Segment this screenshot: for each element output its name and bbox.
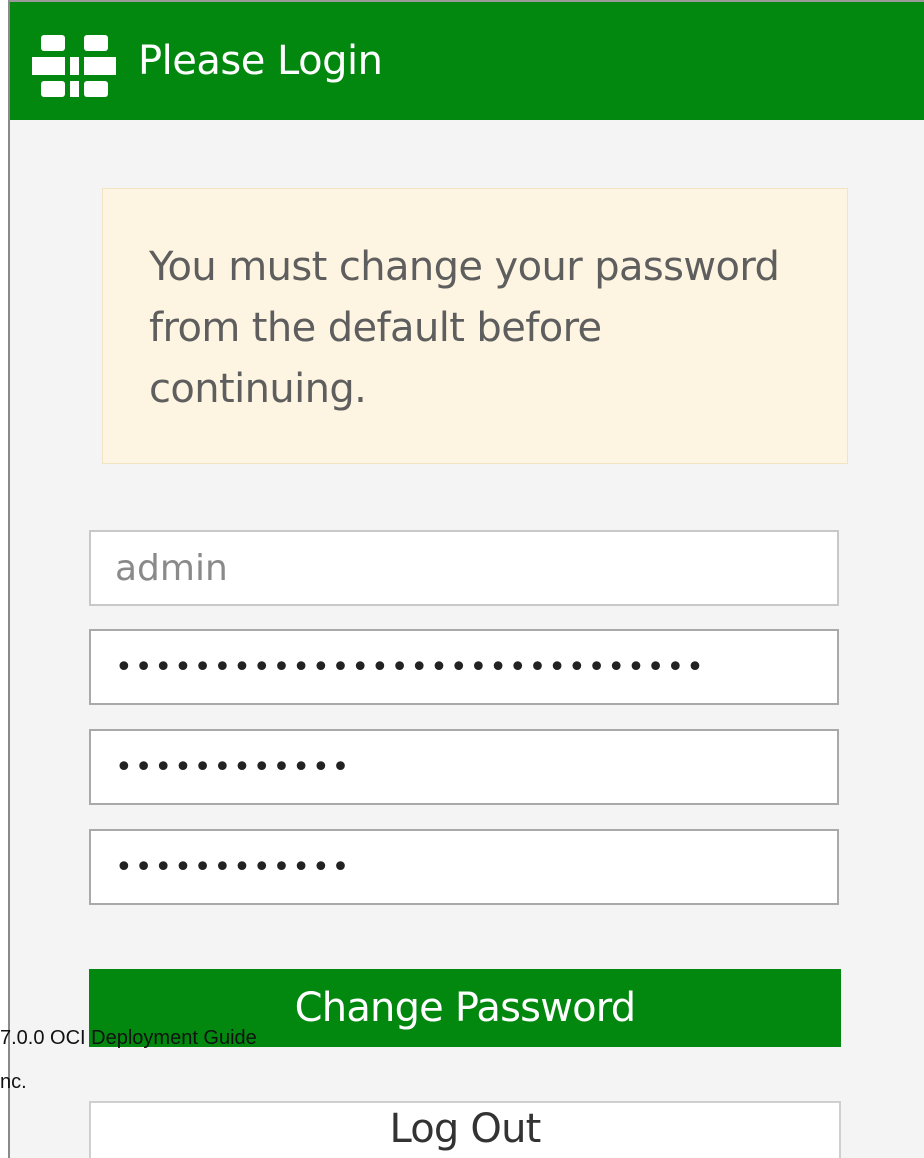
alert-message: You must change your password from the d… <box>149 244 780 412</box>
username-field[interactable] <box>89 530 839 606</box>
new-password-field[interactable] <box>89 729 839 805</box>
document-footer-guide-title: 7.0.0 OCI Deployment Guide <box>0 1027 257 1049</box>
old-password-field[interactable] <box>89 629 839 705</box>
confirm-password-field[interactable] <box>89 829 839 905</box>
password-change-alert: You must change your password from the d… <box>102 188 848 464</box>
fortinet-logo-icon <box>32 35 116 97</box>
logout-button[interactable]: Log Out <box>89 1101 841 1158</box>
login-header: Please Login <box>10 2 924 120</box>
page-title: Please Login <box>138 38 383 84</box>
document-footer-company: nc. <box>0 1071 27 1093</box>
